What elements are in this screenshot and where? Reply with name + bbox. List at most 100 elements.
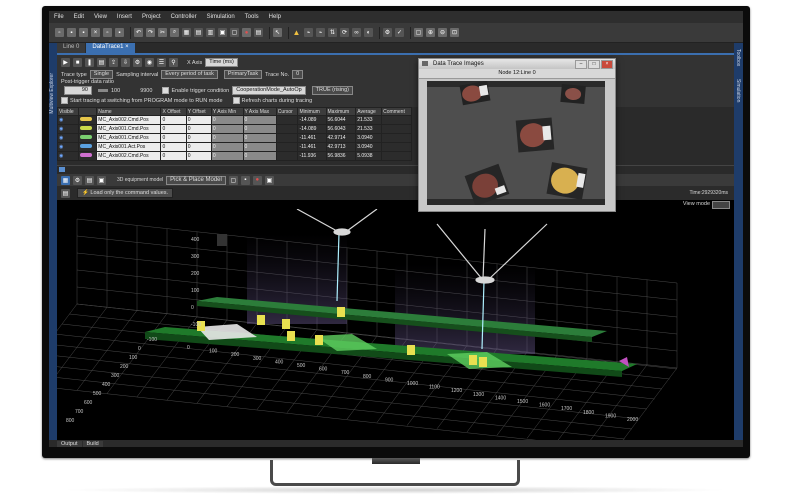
column-header[interactable]: Y Axis Min (210, 107, 244, 116)
link-icon[interactable]: ∞ (352, 28, 361, 37)
visible-icon[interactable]: ◉ (59, 126, 63, 132)
3d-simulation-view[interactable]: 400 300 200 100 0 -100 0 100 200 300 400 500 600 700… (57, 209, 734, 440)
layout-icon[interactable]: ▤ (194, 28, 203, 37)
filter-icon[interactable]: ⚲ (169, 58, 178, 67)
tab-build[interactable]: Build (82, 440, 103, 447)
paste-icon[interactable]: ▪ (115, 28, 124, 37)
enable-trigger-checkbox[interactable] (162, 87, 170, 94)
zoom-in-icon[interactable]: ⊕ (426, 28, 435, 37)
column-header[interactable]: Minimum (297, 107, 327, 116)
trigger-variable-input[interactable]: CooperationMode_AutoOp (232, 86, 306, 95)
series-color-swatch[interactable] (80, 135, 93, 139)
add-icon[interactable] (59, 167, 65, 172)
stop-icon[interactable]: ■ (73, 58, 82, 67)
table-row[interactable]: ◉ MC_Axis001.Cmd.Pos 0 0 0 0 -11.461 42.9714 3.0… (56, 133, 412, 143)
monitor-icon[interactable]: ▣ (218, 28, 227, 37)
post-trigger-input[interactable]: 90 (64, 86, 92, 95)
panel-divider[interactable] (57, 165, 734, 174)
equipment-model-select[interactable]: Pick & Place Model (166, 175, 226, 185)
task-select[interactable]: PrimaryTask (223, 70, 263, 79)
sampling-interval-select[interactable]: Every period of task (161, 70, 218, 79)
camera-icon[interactable]: ◉ (145, 58, 154, 67)
simulate-icon[interactable]: ▢ (414, 28, 423, 37)
table-icon[interactable]: ▥ (206, 28, 215, 37)
cut-icon[interactable]: ✂ (158, 28, 167, 37)
menu-item-view[interactable]: View (89, 14, 112, 20)
maximize-button[interactable]: □ (588, 60, 600, 69)
save-icon[interactable]: ▪ (79, 28, 88, 37)
close-icon[interactable]: × (125, 44, 129, 50)
settings-icon[interactable]: ⚙ (133, 58, 142, 67)
transfer-icon[interactable]: ⇅ (328, 28, 337, 37)
series-color-swatch[interactable] (80, 153, 93, 157)
trigger-mode-select[interactable]: TRUE (rising) (311, 86, 353, 95)
close-button[interactable]: × (601, 60, 613, 69)
right-side-strip[interactable]: Toolbox Simulation (734, 43, 743, 440)
visible-icon[interactable]: ◉ (59, 153, 63, 159)
warning-icon[interactable]: ▲ (292, 28, 301, 37)
menu-item-help[interactable]: Help (264, 14, 286, 20)
offline-icon[interactable]: ⌁ (316, 28, 325, 37)
menu-item-file[interactable]: File (49, 14, 69, 20)
online-icon[interactable]: ⌁ (304, 28, 313, 37)
sim-3d-icon[interactable]: ▦ (61, 175, 70, 185)
play-icon[interactable]: ▶ (61, 58, 70, 67)
column-header[interactable]: Y Axis Max (242, 107, 277, 116)
sim-record-icon[interactable]: ● (252, 175, 262, 185)
column-header[interactable] (78, 107, 98, 116)
column-header[interactable]: Maximum (325, 107, 357, 116)
column-header[interactable]: X Offset (160, 107, 187, 116)
post-trigger-slider[interactable] (98, 89, 108, 92)
table-row[interactable]: ◉ MC_Axis002.Cmd.Pos 0 0 0 0 -14.089 56.6044 21.… (56, 115, 412, 125)
zoom-fit-icon[interactable]: ⊡ (450, 28, 459, 37)
visible-icon[interactable]: ◉ (59, 117, 63, 123)
column-header[interactable]: Cursor (275, 107, 299, 116)
mode-icon[interactable]: ◐ (364, 28, 373, 37)
column-header[interactable]: Visible (56, 107, 80, 116)
table-row[interactable]: ◉ MC_Axis001.Act.Pos 0 0 0 0 -11.461 42.9713 3.0… (56, 142, 412, 152)
sim-save-icon[interactable]: ▪ (240, 175, 250, 185)
visible-icon[interactable]: ◉ (59, 135, 63, 141)
redo-icon[interactable]: ↷ (146, 28, 155, 37)
visible-icon[interactable]: ◉ (59, 144, 63, 150)
sync-icon[interactable]: ⟳ (340, 28, 349, 37)
delete-icon[interactable]: × (91, 28, 100, 37)
menu-item-tools[interactable]: Tools (240, 14, 264, 20)
pause-icon[interactable]: ❚ (85, 58, 94, 67)
sim-image-icon[interactable]: ▣ (264, 175, 274, 185)
sim-settings-icon[interactable]: ⚙ (73, 175, 82, 185)
menu-item-insert[interactable]: Insert (112, 14, 137, 20)
trace-type-select[interactable]: Single (89, 70, 114, 79)
menu-item-project[interactable]: Project (137, 14, 166, 20)
undo-icon[interactable]: ↶ (134, 28, 143, 37)
copy-icon[interactable]: ▫ (103, 28, 112, 37)
export-icon[interactable]: ⇪ (109, 58, 118, 67)
menu-item-edit[interactable]: Edit (69, 14, 89, 20)
command-icon[interactable]: ▤ (61, 188, 70, 198)
chart-icon[interactable]: ▤ (97, 58, 106, 67)
refresh-checkbox[interactable] (232, 97, 240, 104)
column-header[interactable]: Average (355, 107, 383, 116)
window-icon[interactable]: ▢ (230, 28, 239, 37)
grid-icon[interactable]: ▦ (182, 28, 191, 37)
series-color-swatch[interactable] (80, 126, 93, 130)
tab-datatrace1[interactable]: DataTrace1 × (86, 43, 135, 53)
open-icon[interactable]: ▪ (67, 28, 76, 37)
check-icon[interactable]: ✓ (395, 28, 404, 37)
start-switch-checkbox[interactable] (61, 97, 68, 104)
series-color-swatch[interactable] (80, 117, 93, 121)
sim-view-icon[interactable]: ▣ (97, 175, 106, 185)
new-icon[interactable]: ▫ (55, 28, 64, 37)
simulation-label[interactable]: Simulation (735, 79, 741, 102)
zoom-out-icon[interactable]: ⊖ (438, 28, 447, 37)
minimize-button[interactable]: – (575, 60, 587, 69)
import-icon[interactable]: ⇩ (121, 58, 130, 67)
sim-grid-icon[interactable]: ▤ (85, 175, 94, 185)
sim-open-icon[interactable]: ▢ (228, 175, 238, 185)
build-icon[interactable]: ⚙ (383, 28, 392, 37)
x-axis-select[interactable]: Time (ms) (205, 58, 238, 67)
panel-icon[interactable]: ▤ (254, 28, 263, 37)
table-row[interactable]: ◉ MC_Axis001.Cmd.Pos 0 0 0 0 -14.089 56.6043 21.… (56, 124, 412, 134)
multiview-explorer-strip[interactable]: Multiview Explorer (49, 43, 57, 440)
column-header[interactable]: Name (96, 107, 162, 116)
